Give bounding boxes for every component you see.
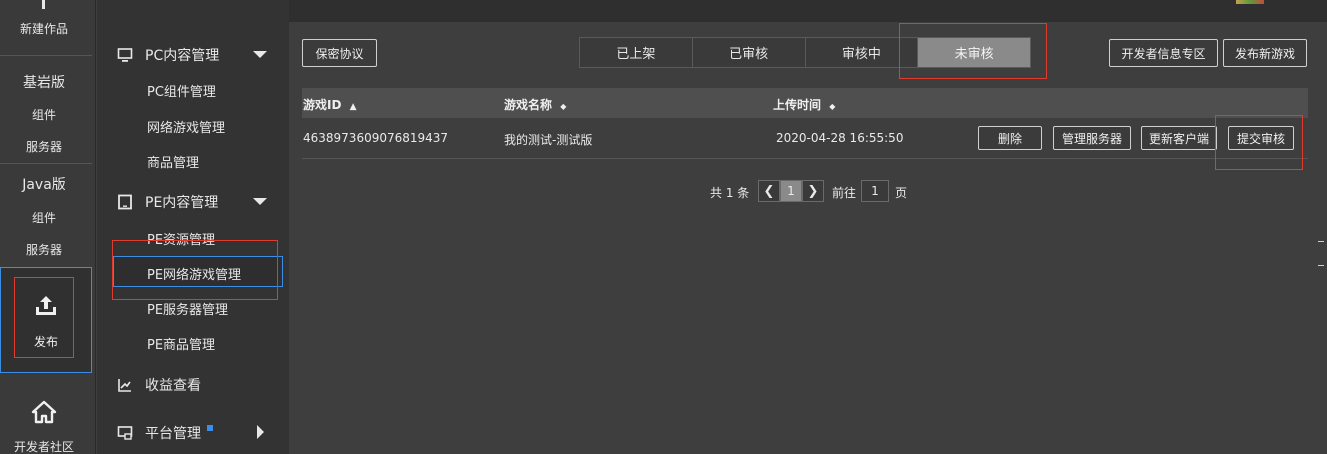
sidebar-item-pe-network-game[interactable]: PE网络游戏管理 — [147, 264, 241, 283]
update-client-button[interactable]: 更新客户端 — [1141, 126, 1217, 150]
pager-total: 共 1 条 — [710, 186, 750, 200]
sidebar-item-goods[interactable]: 商品管理 — [147, 152, 199, 171]
publish-new-game-button[interactable]: 发布新游戏 — [1223, 39, 1307, 67]
prev-page-button[interactable]: ❮ — [758, 180, 780, 202]
tab-unreviewed[interactable]: 未审核 — [918, 38, 1030, 67]
sidebar-group-pe-label: PE内容管理 — [145, 195, 219, 211]
bedrock-header: 基岩版 — [23, 75, 65, 91]
sidebar-item-network-game[interactable]: 网络游戏管理 — [147, 117, 225, 136]
column-header-name[interactable]: 游戏名称 ◆ — [504, 96, 566, 113]
sort-icon[interactable]: ◆ — [829, 102, 835, 111]
rail-divider — [0, 163, 92, 164]
chevron-down-icon[interactable] — [253, 51, 267, 58]
monitor-icon — [117, 48, 133, 62]
java-server-link[interactable]: 服务器 — [0, 241, 88, 258]
sidebar-item-revenue-label: 收益查看 — [145, 378, 201, 394]
java-component-link[interactable]: 组件 — [0, 209, 88, 226]
column-header-time[interactable]: 上传时间 ◆ — [773, 96, 835, 113]
table-row: 4638973609076819437 我的测试-测试版 2020-04-28 … — [302, 119, 1308, 159]
cell-upload-time: 2020-04-28 16:55:50 — [776, 131, 904, 145]
tablet-icon — [118, 194, 132, 210]
sort-asc-icon[interactable]: ▲ — [350, 102, 357, 112]
next-page-button[interactable]: ❯ — [802, 180, 824, 202]
sidebar-group-pc-label: PC内容管理 — [145, 48, 220, 64]
status-tabs: 已上架 已审核 审核中 未审核 — [579, 37, 1031, 68]
column-header-name-label: 游戏名称 — [504, 98, 553, 112]
chevron-right-icon[interactable] — [257, 425, 264, 439]
new-work-button[interactable]: 新建作品 — [0, 0, 88, 50]
sort-icon[interactable]: ◆ — [560, 102, 566, 111]
rail-divider — [0, 55, 92, 56]
community-button[interactable]: 开发者社区 — [0, 398, 88, 454]
platform-icon — [117, 426, 133, 440]
tab-listed[interactable]: 已上架 — [580, 38, 693, 67]
left-rail: 新建作品 基岩版 组件 服务器 Java版 组件 服务器 发布 开发者社区 — [0, 0, 96, 454]
page-number-current[interactable]: 1 — [780, 180, 802, 202]
cell-game-id: 4638973609076819437 — [303, 131, 449, 145]
submit-review-button[interactable]: 提交审核 — [1228, 126, 1294, 150]
new-work-label: 新建作品 — [19, 22, 68, 36]
community-label: 开发者社区 — [13, 440, 74, 454]
home-icon — [31, 400, 57, 424]
java-header: Java版 — [22, 177, 66, 193]
goto-label: 前往 — [832, 186, 857, 200]
publish-button[interactable]: 发布 — [0, 267, 92, 373]
chart-icon — [118, 379, 131, 392]
upload-icon — [36, 296, 56, 315]
sidebar-item-pc-component[interactable]: PC组件管理 — [147, 81, 216, 100]
publish-label: 发布 — [33, 335, 58, 349]
agreement-button[interactable]: 保密协议 — [302, 39, 377, 67]
page-suffix: 页 — [895, 186, 908, 200]
scroll-mark — [1318, 241, 1324, 242]
sidebar-item-pe-resource[interactable]: PE资源管理 — [147, 229, 215, 248]
column-header-id[interactable]: 游戏ID ▲ — [303, 96, 357, 113]
bedrock-server-link[interactable]: 服务器 — [0, 138, 88, 155]
column-header-time-label: 上传时间 — [773, 98, 822, 112]
sidebar-item-pe-goods[interactable]: PE商品管理 — [147, 334, 215, 353]
chevron-down-icon[interactable] — [253, 198, 267, 205]
sidebar-item-pe-server[interactable]: PE服务器管理 — [147, 299, 228, 318]
tab-reviewing[interactable]: 审核中 — [805, 38, 919, 67]
tab-reviewed[interactable]: 已审核 — [692, 38, 806, 67]
sidebar-group-pe[interactable]: PE内容管理 — [117, 192, 218, 212]
scroll-mark — [1318, 265, 1324, 266]
sidebar: PC内容管理 PC组件管理 网络游戏管理 商品管理 PE内容管理 PE资源管理 … — [97, 0, 289, 454]
chevron-right-icon: ❯ — [807, 183, 819, 199]
plus-icon — [42, 0, 45, 9]
column-header-id-label: 游戏ID — [303, 98, 342, 112]
sidebar-group-platform[interactable]: 平台管理 — [117, 423, 213, 443]
sidebar-item-revenue[interactable]: 收益查看 — [117, 375, 201, 395]
delete-button[interactable]: 删除 — [978, 126, 1042, 150]
cell-game-name: 我的测试-测试版 — [504, 133, 593, 147]
bedrock-component-link[interactable]: 组件 — [0, 106, 88, 123]
goto-page-input[interactable]: 1 — [861, 180, 889, 202]
chevron-left-icon: ❮ — [763, 183, 775, 199]
sidebar-group-platform-label: 平台管理 — [145, 426, 201, 442]
table-header: 游戏ID ▲ 游戏名称 ◆ 上传时间 ◆ — [302, 88, 1308, 118]
user-avatar[interactable] — [1236, 0, 1264, 4]
manage-server-button[interactable]: 管理服务器 — [1053, 126, 1131, 150]
developer-info-button[interactable]: 开发者信息专区 — [1109, 39, 1218, 67]
sidebar-group-pc[interactable]: PC内容管理 — [117, 45, 219, 65]
new-badge-icon — [207, 425, 213, 431]
